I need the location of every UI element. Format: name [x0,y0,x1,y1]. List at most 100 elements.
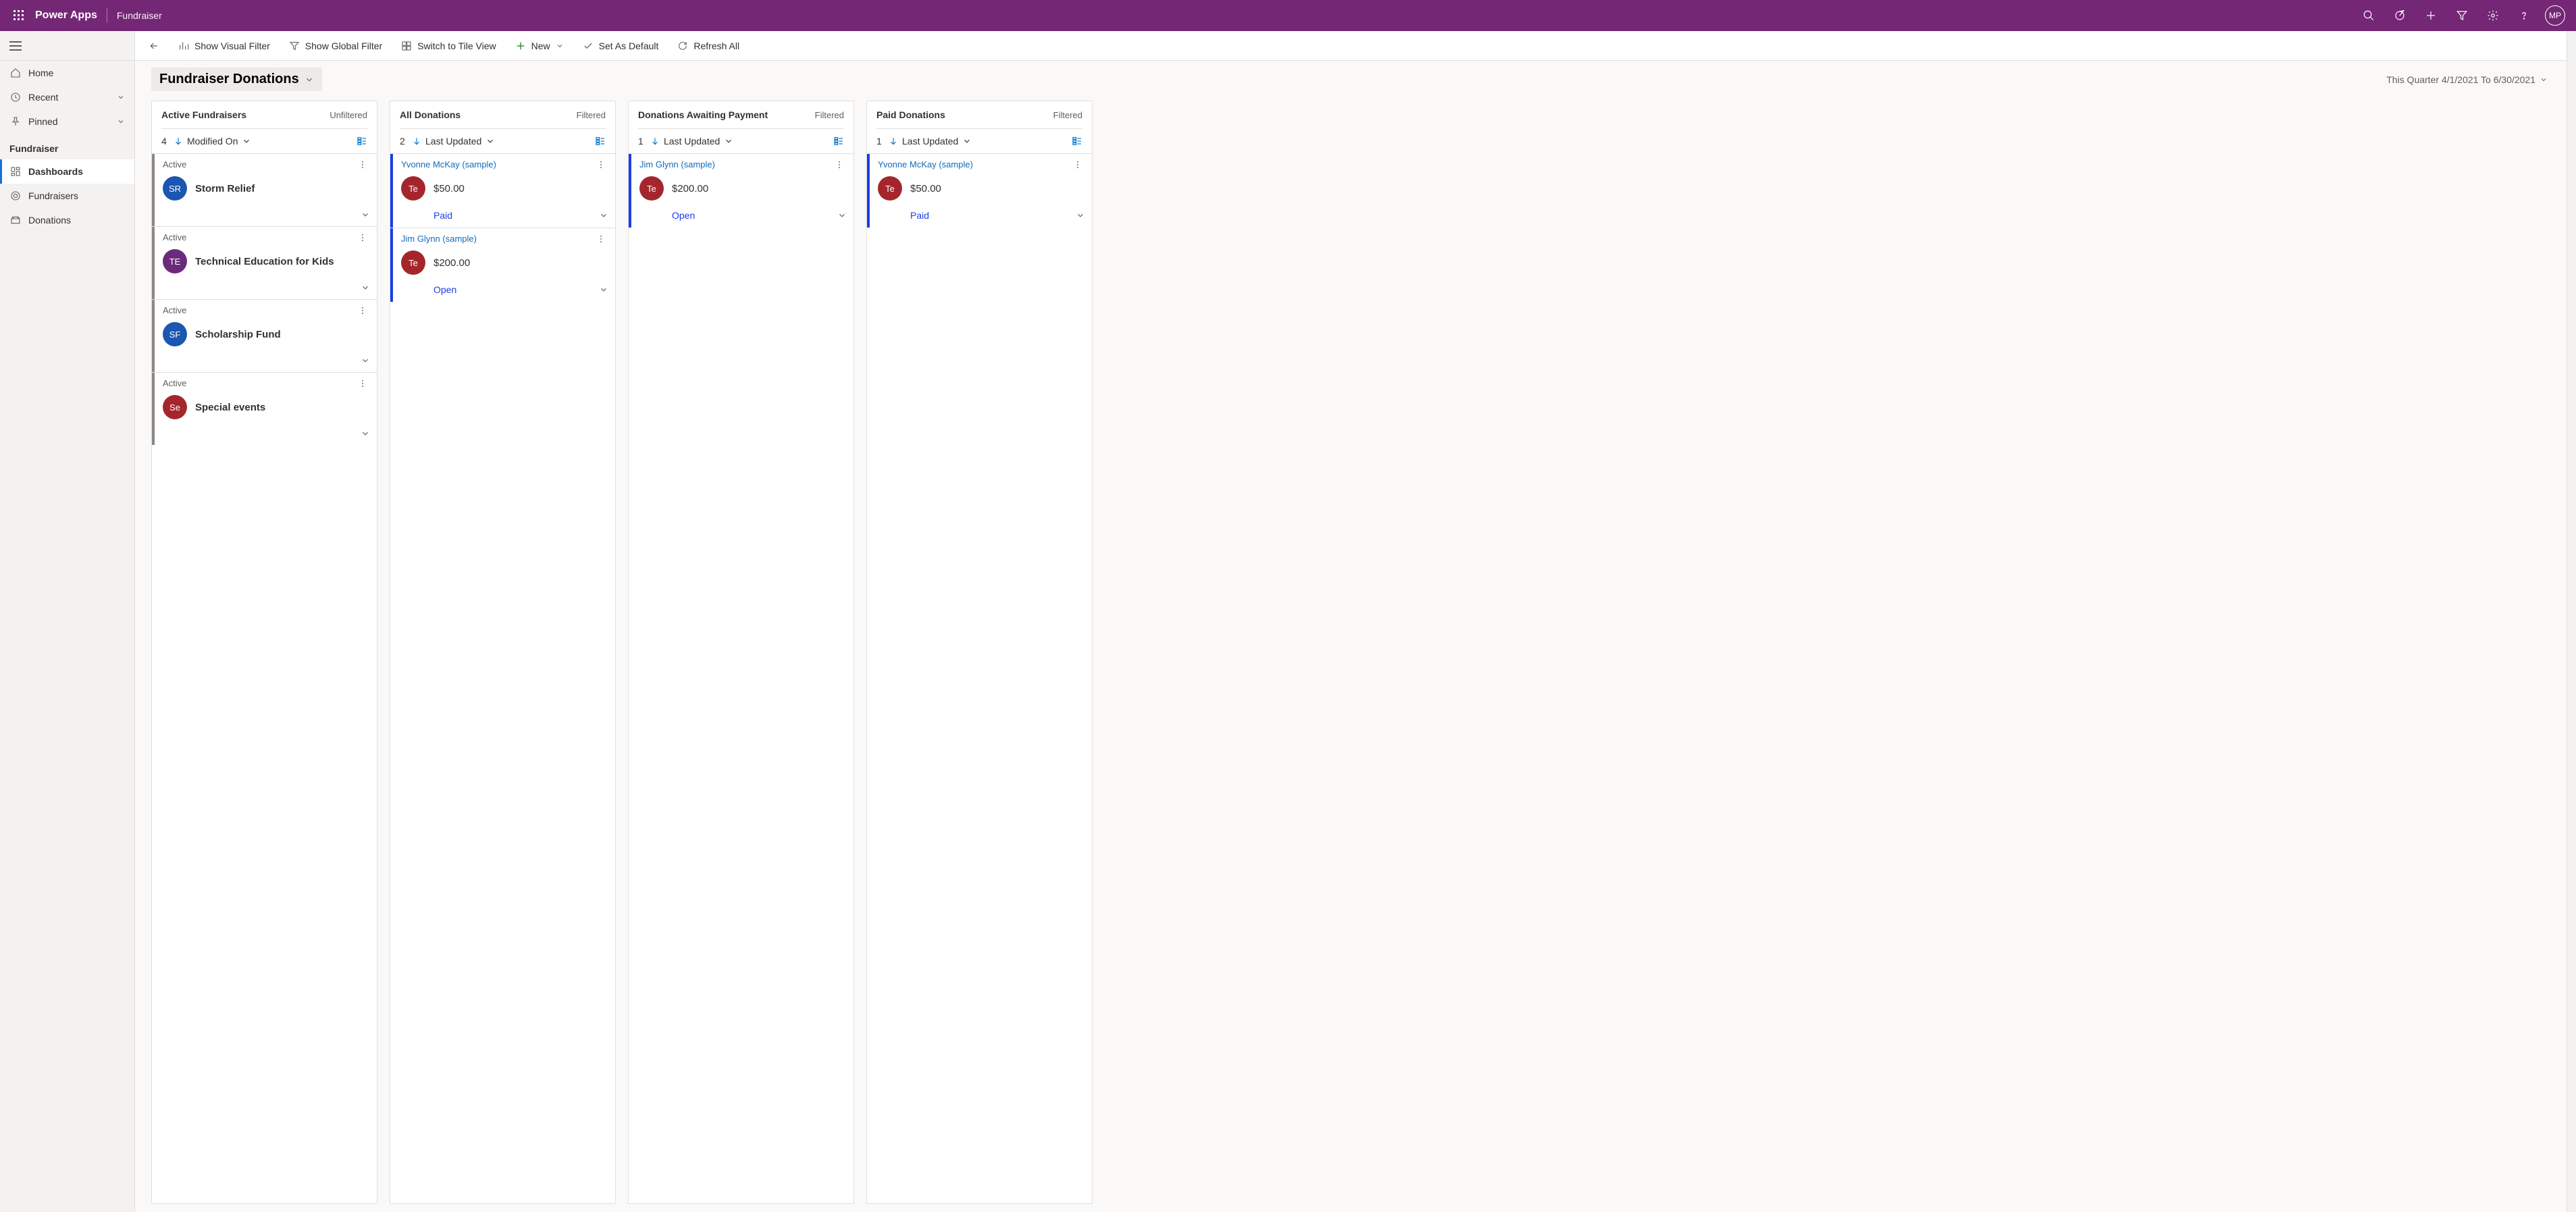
sort-direction-icon[interactable] [174,136,183,146]
card-donor-link[interactable]: Jim Glynn (sample) [639,159,715,169]
sort-direction-icon[interactable] [412,136,421,146]
card-more-button[interactable] [355,306,370,315]
card-amount: $200.00 [672,183,708,194]
stream-view-toggle[interactable] [1072,136,1082,147]
date-range-label: This Quarter 4/1/2021 To 6/30/2021 [2386,74,2535,85]
stream-filter-state[interactable]: Filtered [577,110,606,120]
cmd-global-filter[interactable]: Show Global Filter [281,32,390,59]
chevron-down-icon [2540,76,2548,84]
vertical-scrollbar[interactable] [2567,31,2576,1212]
sort-by-label: Modified On [187,136,238,147]
stream-card[interactable]: Jim Glynn (sample) Te $200.00 Open [390,228,615,302]
stream-view-toggle[interactable] [357,136,367,147]
add-button[interactable] [2415,0,2446,31]
app-launcher-button[interactable] [5,2,32,29]
arrow-left-icon [149,41,159,51]
card-donor-link[interactable]: Jim Glynn (sample) [401,234,477,244]
stream-title: All Donations [400,109,461,120]
card-more-button[interactable] [355,379,370,388]
gear-icon [2487,9,2499,22]
card-donor-link[interactable]: Yvonne McKay (sample) [401,159,496,169]
nav-pinned[interactable]: Pinned [0,109,134,134]
page-header: Fundraiser Donations This Quarter 4/1/20… [135,61,2567,97]
nav-collapse-button[interactable] [0,31,134,61]
cmd-global-filter-label: Show Global Filter [305,41,382,51]
card-more-button[interactable] [355,160,370,169]
stream-card[interactable]: Active SF Scholarship Fund [152,299,377,372]
stream-filter-state[interactable]: Filtered [1053,110,1082,120]
filter-button[interactable] [2446,0,2477,31]
card-status-link[interactable]: Paid [433,210,452,221]
hamburger-icon [9,41,22,51]
waffle-icon [14,10,24,21]
card-expand-button[interactable] [837,211,847,220]
stream-count: 1 [638,136,646,147]
plus-icon [515,41,526,51]
sort-by-selector[interactable]: Last Updated [425,136,495,147]
card-more-button[interactable] [832,160,847,169]
refresh-icon [677,41,688,51]
back-button[interactable] [140,32,167,59]
stream-card[interactable]: Yvonne McKay (sample) Te $50.00 Paid [867,153,1092,228]
plus-icon [2425,9,2437,22]
card-avatar: Te [401,176,425,201]
cmd-refresh[interactable]: Refresh All [669,32,747,59]
card-expand-button[interactable] [1076,211,1085,220]
nav-dashboards[interactable]: Dashboards [0,159,134,184]
stream-card[interactable]: Active TE Technical Education for Kids [152,226,377,299]
card-status-link[interactable]: Open [672,210,695,221]
card-amount: $200.00 [433,257,470,269]
stream-card[interactable]: Active Se Special events [152,372,377,445]
card-more-button[interactable] [594,160,608,169]
nav-home[interactable]: Home [0,61,134,85]
funnel-icon [289,41,300,51]
cmd-set-default[interactable]: Set As Default [575,32,667,59]
sort-by-selector[interactable]: Last Updated [664,136,733,147]
nav-recent[interactable]: Recent [0,85,134,109]
cmd-visual-filter[interactable]: Show Visual Filter [170,32,278,59]
stream-card[interactable]: Yvonne McKay (sample) Te $50.00 Paid [390,153,615,228]
card-expand-button[interactable] [599,211,608,220]
card-expand-button[interactable] [361,356,370,365]
task-button[interactable] [2384,0,2415,31]
stream-filter-state[interactable]: Filtered [815,110,844,120]
card-expand-button[interactable] [599,285,608,294]
card-status-link[interactable]: Open [433,284,456,295]
settings-button[interactable] [2477,0,2508,31]
chevron-down-icon [724,136,733,146]
card-expand-button[interactable] [361,210,370,219]
stream-card[interactable]: Active SR Storm Relief [152,153,377,226]
stream-view-toggle[interactable] [595,136,606,147]
card-expand-button[interactable] [361,283,370,292]
card-more-button[interactable] [355,233,370,242]
card-donor-link[interactable]: Yvonne McKay (sample) [878,159,973,169]
sort-direction-icon[interactable] [889,136,898,146]
stream-view-toggle[interactable] [833,136,844,147]
date-range-selector[interactable]: This Quarter 4/1/2021 To 6/30/2021 [2386,74,2556,85]
cmd-new[interactable]: New [507,32,572,59]
cmd-tile-view[interactable]: Switch to Tile View [393,32,504,59]
cmd-set-default-label: Set As Default [599,41,659,51]
card-title: Technical Education for Kids [195,256,334,267]
stream-filter-state[interactable]: Unfiltered [330,110,367,120]
sort-by-selector[interactable]: Last Updated [902,136,972,147]
view-selector[interactable]: Fundraiser Donations [151,68,322,91]
card-more-button[interactable] [1070,160,1085,169]
card-avatar: Te [401,251,425,275]
card-status-label: Active [163,378,186,388]
card-status-link[interactable]: Paid [910,210,929,221]
card-more-button[interactable] [594,234,608,244]
card-expand-button[interactable] [361,429,370,438]
stream-card[interactable]: Jim Glynn (sample) Te $200.00 Open [629,153,853,228]
user-avatar[interactable]: MP [2545,5,2565,26]
help-button[interactable] [2508,0,2540,31]
search-button[interactable] [2353,0,2384,31]
cmd-visual-filter-label: Show Visual Filter [194,41,270,51]
card-avatar: Te [639,176,664,201]
sort-direction-icon[interactable] [650,136,660,146]
sort-by-selector[interactable]: Modified On [187,136,251,147]
stream: Donations Awaiting Payment Filtered 1 La… [628,101,854,1204]
stream-title: Active Fundraisers [161,109,246,120]
nav-fundraisers[interactable]: Fundraisers [0,184,134,208]
nav-donations[interactable]: Donations [0,208,134,232]
